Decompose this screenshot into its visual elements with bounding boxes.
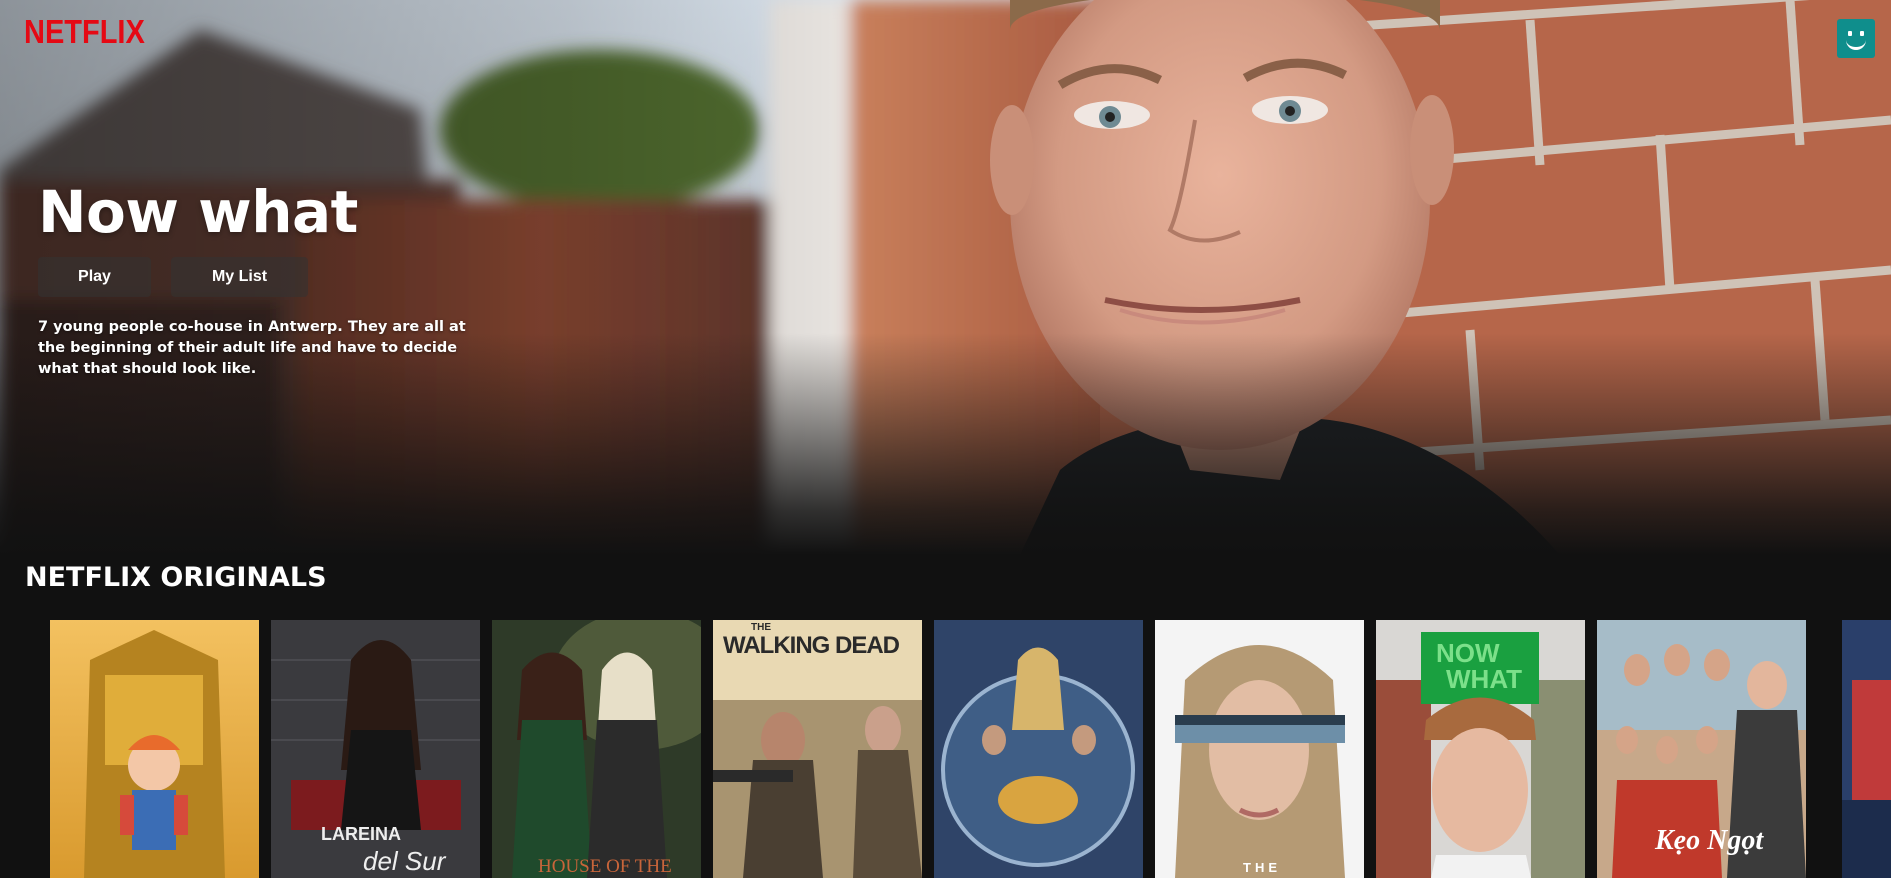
poster-text-now: NOW xyxy=(1436,638,1500,668)
my-list-button[interactable]: My List xyxy=(171,257,308,297)
hero-banner: NETFLIX Now what Play My List 7 young pe… xyxy=(0,0,1891,555)
poster-text-reina: REINA xyxy=(345,824,402,844)
avatar-smile xyxy=(1846,37,1866,50)
hero-description: 7 young people co-house in Antwerp. They… xyxy=(38,319,466,377)
hero-buttons: Play My List xyxy=(38,257,308,297)
play-button[interactable]: Play xyxy=(38,257,151,297)
poster-partial[interactable] xyxy=(1842,620,1891,878)
poster-text-title: Kẹo Ngọt xyxy=(1655,825,1764,856)
netflix-originals-row: LA REINA del Sur HOUSE OF THE THE WALKIN… xyxy=(0,620,1891,878)
poster-house-of-the-dragon[interactable]: HOUSE OF THE xyxy=(492,620,701,878)
poster-la-reina-del-sur[interactable]: LA REINA del Sur xyxy=(271,620,480,878)
netflix-logo[interactable]: NETFLIX xyxy=(24,14,145,52)
poster-text-la: LA xyxy=(321,824,345,844)
poster-text-the: THE xyxy=(1243,860,1281,875)
poster-text-walking-dead: WALKING DEAD xyxy=(723,632,900,659)
profile-avatar-icon[interactable] xyxy=(1837,19,1875,58)
poster-rings-of-power[interactable] xyxy=(934,620,1143,878)
hero-title: Now what xyxy=(38,178,358,246)
netflix-app: NETFLIX Now what Play My List 7 young pe… xyxy=(0,0,1891,878)
poster-now-what[interactable]: NOW WHAT xyxy=(1376,620,1585,878)
avatar-eye-left xyxy=(1848,31,1852,36)
poster-chucky[interactable] xyxy=(50,620,259,878)
poster-text-del-sur: del Sur xyxy=(363,846,446,876)
avatar-eye-right xyxy=(1860,31,1864,36)
poster-text-house: HOUSE OF THE xyxy=(538,856,672,877)
poster-keo-ngot[interactable]: Kẹo Ngọt xyxy=(1597,620,1806,878)
poster-the-walking-dead[interactable]: THE WALKING DEAD xyxy=(713,620,922,878)
poster-text-what: WHAT xyxy=(1446,664,1523,694)
poster-the-peripheral[interactable]: THE xyxy=(1155,620,1364,878)
row-title: NETFLIX ORIGINALS xyxy=(25,562,327,593)
